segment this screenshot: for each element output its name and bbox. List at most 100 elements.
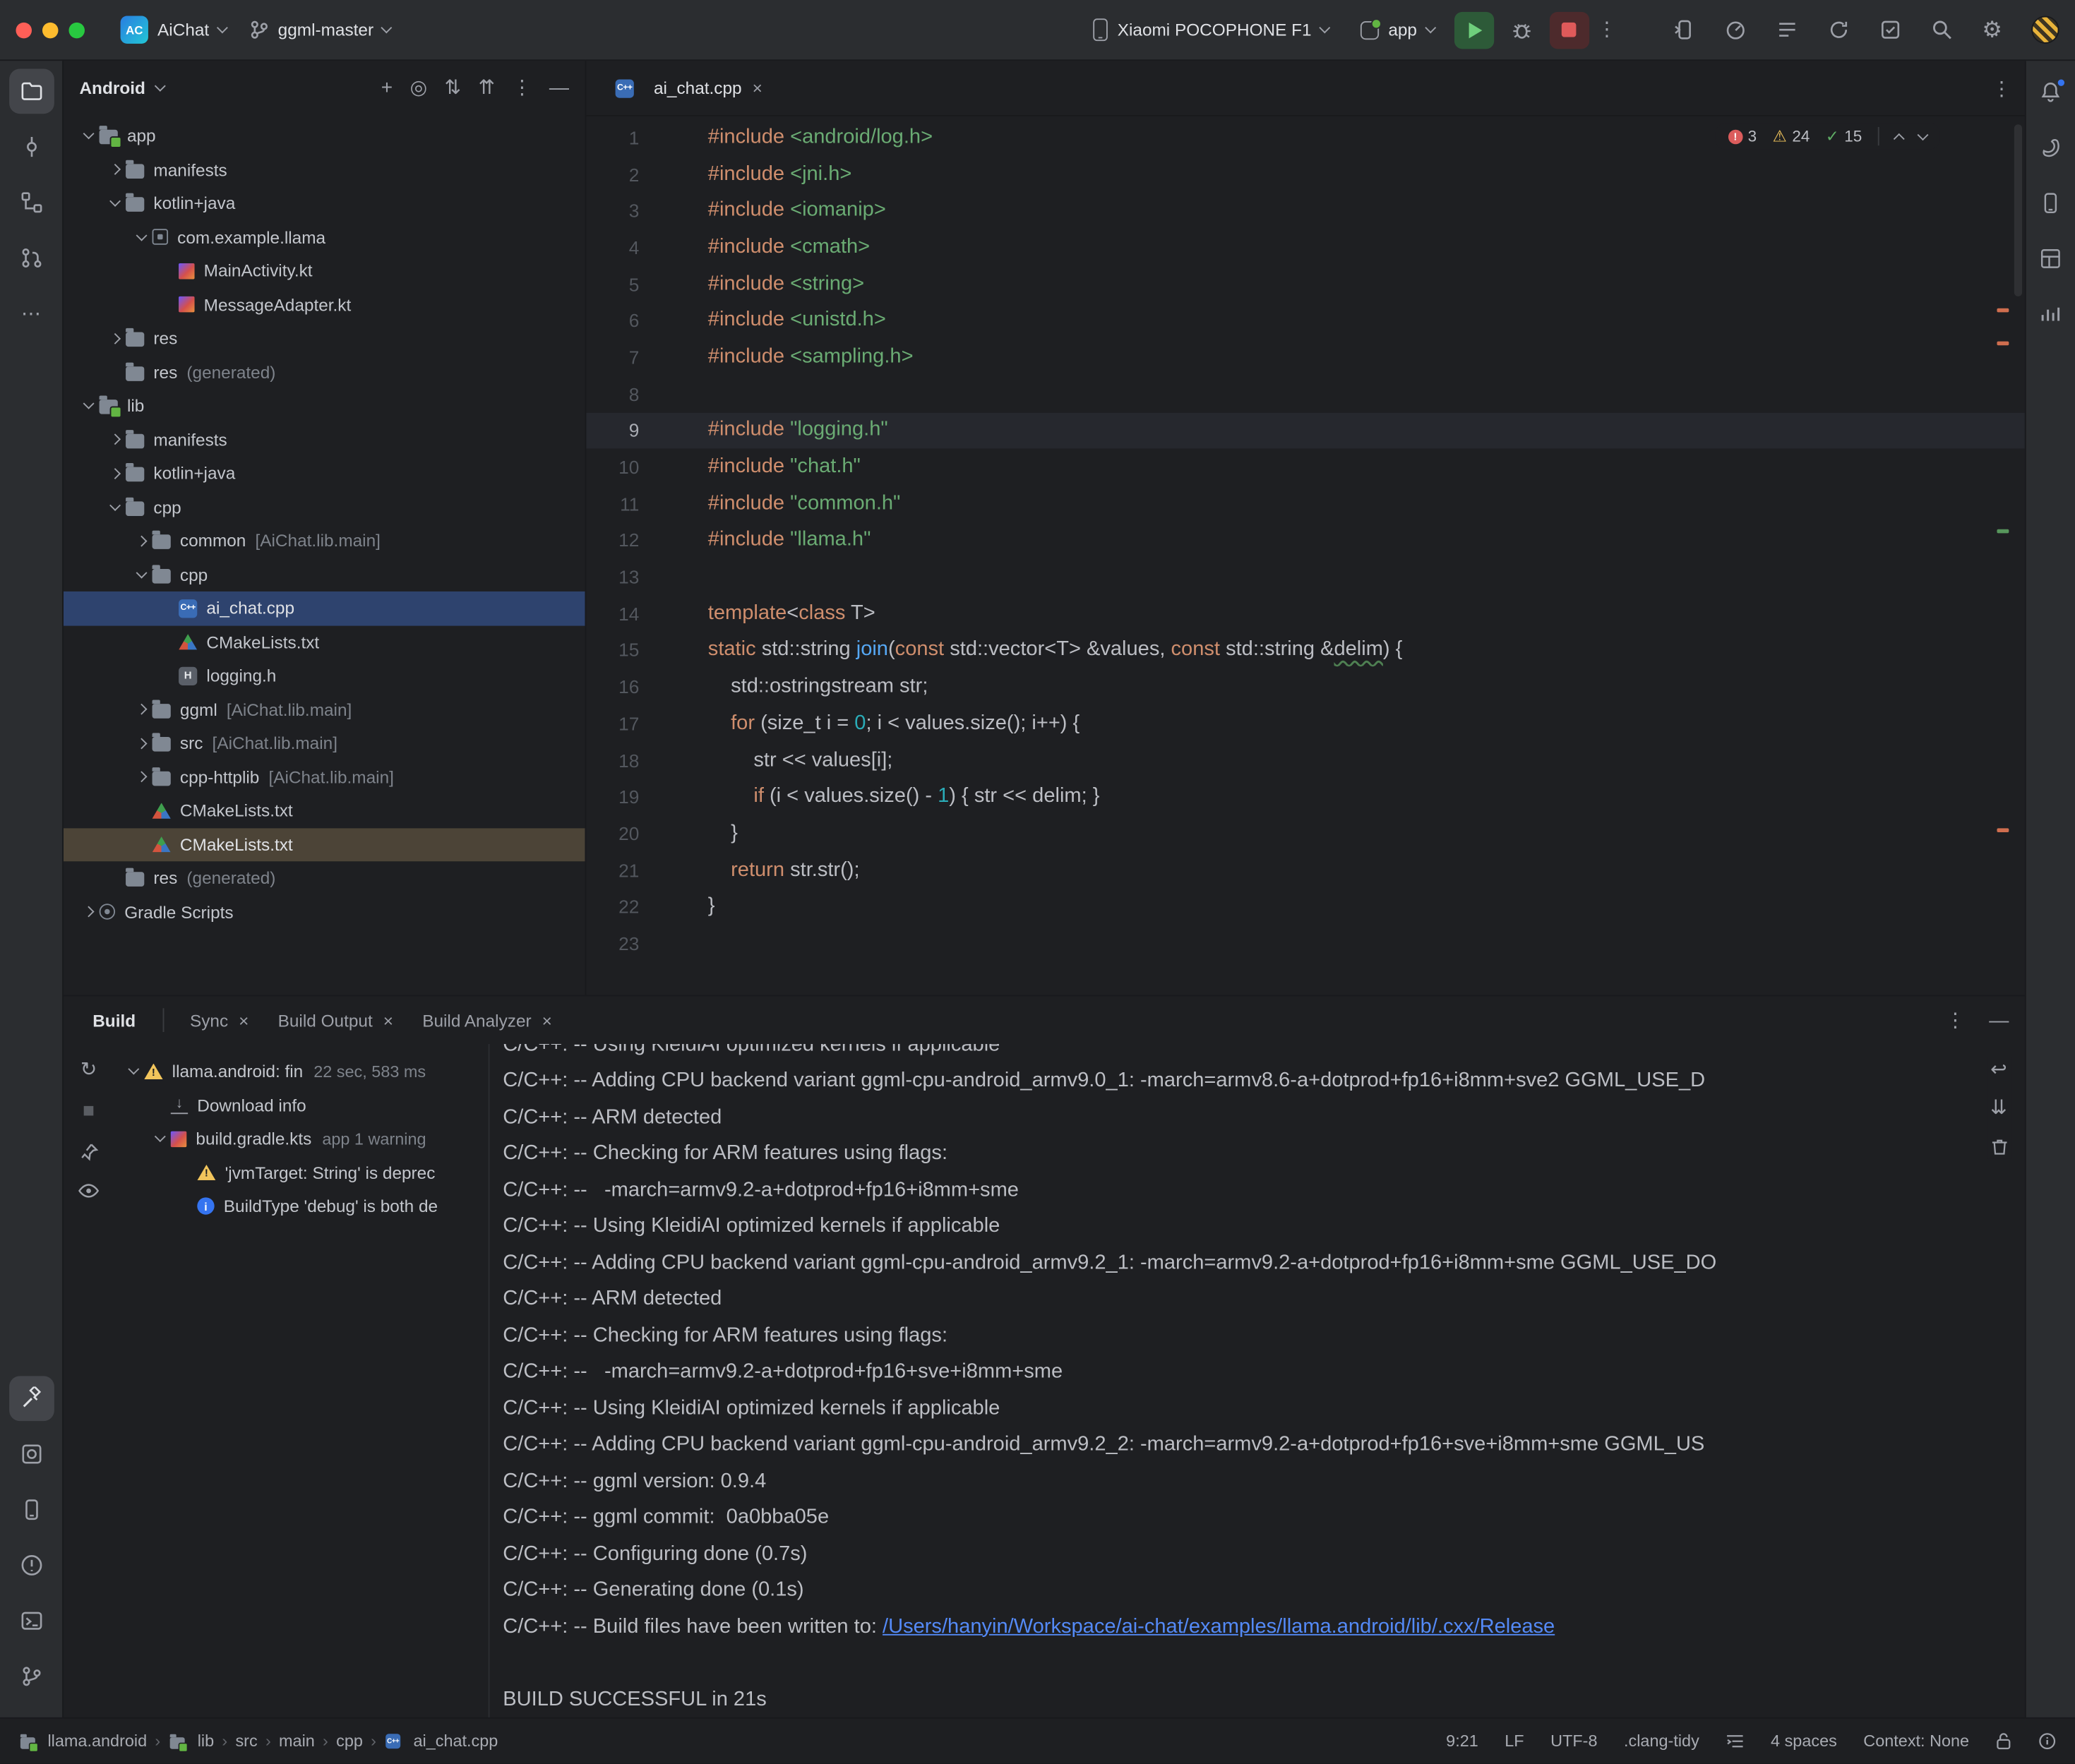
pull-requests-tool-button[interactable] xyxy=(8,236,54,281)
passed-count[interactable]: ✓15 xyxy=(1826,127,1862,145)
code-area[interactable]: 1#include <android/log.h>2#include <jni.… xyxy=(586,116,2024,995)
code-line-6[interactable]: 6#include <unistd.h> xyxy=(586,302,2024,339)
scrollbar-warning-mark[interactable] xyxy=(1997,308,2009,313)
sdk-manager-button[interactable] xyxy=(1879,18,1901,41)
expand-all-button[interactable]: ⇅ xyxy=(445,78,462,97)
caret-position[interactable]: 9:21 xyxy=(1446,1732,1478,1751)
editor-tab-ai-chat-cpp[interactable]: ai_chat.cpp × xyxy=(599,61,778,115)
analyzer-status[interactable]: .clang-tidy xyxy=(1624,1732,1699,1751)
build-tool-button[interactable] xyxy=(8,1376,54,1421)
code-line-9[interactable]: 9#include "logging.h" xyxy=(586,412,2024,449)
tree-item-cpp[interactable]: cpp xyxy=(64,490,585,524)
collapse-all-button[interactable]: ⇈ xyxy=(478,78,495,97)
chevron-down-icon[interactable] xyxy=(155,80,166,91)
code-line-23[interactable]: 23 xyxy=(586,925,2024,961)
build-tab-build-analyzer[interactable]: Build Analyzer× xyxy=(409,1003,565,1038)
build-tab-sync[interactable]: Sync× xyxy=(177,1003,262,1038)
logcat-button[interactable] xyxy=(1776,18,1798,41)
line-separator[interactable]: LF xyxy=(1505,1732,1524,1751)
chevron-right-icon[interactable] xyxy=(136,738,147,749)
chevron-right-icon[interactable] xyxy=(109,468,120,479)
code-line-14[interactable]: 14template<class T> xyxy=(586,595,2024,632)
device-explorer-tool-button[interactable] xyxy=(8,1487,54,1532)
breadcrumb-item-ai-chat-cpp[interactable]: ai_chat.cpp xyxy=(384,1732,498,1751)
chevron-right-icon[interactable] xyxy=(109,434,120,445)
tree-item-logging-h[interactable]: logging.h xyxy=(64,659,585,692)
tree-item-mainactivity-kt[interactable]: MainActivity.kt xyxy=(64,254,585,288)
indent-style-icon[interactable] xyxy=(1726,1733,1744,1748)
chevron-down-icon[interactable] xyxy=(109,196,120,207)
code-line-11[interactable]: 11#include "common.h" xyxy=(586,486,2024,522)
gradle-sync-button[interactable] xyxy=(1827,18,1850,41)
tree-item-cmakelists-txt[interactable]: CMakeLists.txt xyxy=(64,827,585,861)
code-line-2[interactable]: 2#include <jni.h> xyxy=(586,156,2024,193)
tree-item-manifests[interactable]: manifests xyxy=(64,423,585,457)
minimize-window-button[interactable] xyxy=(42,22,58,37)
code-line-5[interactable]: 5#include <string> xyxy=(586,265,2024,302)
chevron-down-icon[interactable] xyxy=(83,398,94,409)
close-tab-icon[interactable]: × xyxy=(753,78,763,98)
build-tree-item-buildtype-debug-is-both-de[interactable]: BuildType 'debug' is both de xyxy=(114,1189,488,1223)
build-tab-build[interactable]: Build xyxy=(79,1003,148,1038)
tree-item-messageadapter-kt[interactable]: MessageAdapter.kt xyxy=(64,288,585,322)
unlock-icon[interactable] xyxy=(1996,1732,2011,1751)
pin-icon[interactable] xyxy=(79,1142,99,1162)
profile-avatar[interactable] xyxy=(2031,16,2059,43)
code-line-18[interactable]: 18 str << values[i]; xyxy=(586,742,2024,779)
tree-item-res[interactable]: res(generated) xyxy=(64,355,585,389)
scroll-to-end-button[interactable]: ⇊ xyxy=(1990,1098,2009,1118)
structure-tool-button[interactable] xyxy=(8,180,54,225)
tree-item-cmakelists-txt[interactable]: CMakeLists.txt xyxy=(64,794,585,828)
terminal-tool-button[interactable] xyxy=(8,1598,54,1643)
code-line-20[interactable]: 20 } xyxy=(586,815,2024,852)
stop-button[interactable] xyxy=(1549,11,1589,48)
notifications-button[interactable] xyxy=(2031,71,2070,111)
app-inspection-tool-button[interactable] xyxy=(8,1432,54,1477)
tree-item-kotlin-java[interactable]: kotlin+java xyxy=(64,186,585,220)
eye-icon[interactable] xyxy=(78,1183,100,1199)
run-button[interactable] xyxy=(1454,11,1493,48)
zoom-window-button[interactable] xyxy=(68,22,84,37)
device-manager-tool-button[interactable] xyxy=(2031,183,2070,222)
tree-item-lib[interactable]: lib xyxy=(64,389,585,423)
tree-item-ai-chat-cpp[interactable]: ai_chat.cpp xyxy=(64,592,585,625)
code-line-13[interactable]: 13 xyxy=(586,558,2024,595)
code-line-16[interactable]: 16 std::ostringstream str; xyxy=(586,668,2024,705)
rerun-build-button[interactable]: ↻ xyxy=(80,1060,97,1079)
breadcrumb-item-lib[interactable]: lib xyxy=(168,1732,214,1751)
chevron-right-icon[interactable] xyxy=(136,535,147,546)
version-control-tool-button[interactable] xyxy=(8,1654,54,1699)
close-tab-icon[interactable]: × xyxy=(542,1010,552,1030)
code-line-19[interactable]: 19 if (i < values.size() - 1) { str << d… xyxy=(586,779,2024,815)
tree-item-res[interactable]: res(generated) xyxy=(64,861,585,895)
tree-item-cmakelists-txt[interactable]: CMakeLists.txt xyxy=(64,625,585,659)
commit-tool-button[interactable] xyxy=(8,124,54,169)
tree-item-src[interactable]: src[AiChat.lib.main] xyxy=(64,726,585,760)
editor-scrollbar[interactable] xyxy=(2014,124,2022,296)
tree-item-kotlin-java[interactable]: kotlin+java xyxy=(64,457,585,491)
inspections-widget[interactable]: !3 ⚠24 ✓15 xyxy=(1715,123,1940,149)
app-quality-insights-tool-button[interactable] xyxy=(2031,294,2070,333)
tree-item-common[interactable]: common[AiChat.lib.main] xyxy=(64,524,585,558)
console-link[interactable]: /Users/hanyin/Workspace/ai-chat/examples… xyxy=(883,1615,1555,1638)
build-tree-item-llama-android-fin[interactable]: llama.android: fin22 sec, 583 ms xyxy=(114,1055,488,1088)
locate-file-button[interactable]: ◎ xyxy=(410,78,428,97)
build-console[interactable]: C/C++: -- Using KleidiAI optimized kerne… xyxy=(490,1044,2025,1717)
soft-wrap-button[interactable]: ↩ xyxy=(1990,1060,2009,1079)
close-window-button[interactable] xyxy=(16,22,31,37)
scrollbar-warning-mark[interactable] xyxy=(1997,342,2009,346)
tree-item-cpp-httplib[interactable]: cpp-httplib[AiChat.lib.main] xyxy=(64,760,585,794)
close-tab-icon[interactable]: × xyxy=(383,1010,393,1030)
code-line-17[interactable]: 17 for (size_t i = 0; i < values.size();… xyxy=(586,705,2024,742)
chevron-down-icon[interactable] xyxy=(127,1064,138,1075)
tree-item-cpp[interactable]: cpp xyxy=(64,558,585,592)
search-everywhere-button[interactable] xyxy=(1930,18,1953,41)
new-file-button[interactable]: + xyxy=(381,78,393,97)
tree-item-com-example-llama[interactable]: com.example.llama xyxy=(64,220,585,254)
tree-item-manifests[interactable]: manifests xyxy=(64,152,585,186)
breadcrumb-item-llama-android[interactable]: llama.android xyxy=(18,1732,147,1751)
build-tree-item-build-gradle-kts[interactable]: build.gradle.ktsapp 1 warning xyxy=(114,1122,488,1156)
code-line-3[interactable]: 3#include <iomanip> xyxy=(586,192,2024,229)
tree-item-gradle-scripts[interactable]: Gradle Scripts xyxy=(64,895,585,929)
gradle-tool-button[interactable] xyxy=(2031,127,2070,167)
